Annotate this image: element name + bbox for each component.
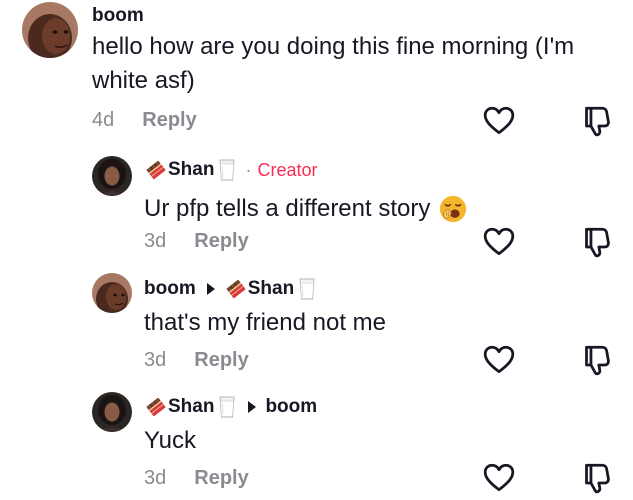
comment-meta: 3d Reply (144, 230, 249, 253)
timestamp: 4d (92, 109, 115, 131)
comment-text: hello how are you doing this fine mornin… (92, 33, 575, 94)
chocolate-bar-emoji (144, 395, 168, 419)
chocolate-bar-emoji (224, 277, 248, 301)
chocolate-bar-emoji (144, 158, 168, 182)
comment-meta: 4d Reply (92, 109, 197, 132)
reply-arrow-icon (206, 283, 215, 295)
comment-header: Shan · Creator (144, 157, 317, 183)
username[interactable]: boom (92, 5, 144, 27)
comment-text-content: Ur pfp tells a different story (144, 195, 431, 222)
thumbs-down-icon[interactable] (578, 461, 612, 495)
username[interactable]: Shan (168, 159, 214, 181)
username[interactable]: boom (144, 278, 196, 300)
comment-text: Yuck (144, 427, 197, 454)
comment-meta: 3d Reply (144, 467, 249, 490)
thumbs-down-icon[interactable] (578, 225, 612, 259)
heart-icon[interactable] (482, 461, 516, 495)
separator-dot: · (245, 159, 252, 180)
reply-button[interactable]: Reply (194, 467, 248, 490)
reply-to-username[interactable]: Shan (248, 278, 294, 300)
avatar[interactable] (92, 273, 132, 313)
reply-button[interactable]: Reply (194, 230, 248, 253)
comment-text: Ur pfp tells a different story (144, 192, 468, 226)
comment-header: Shan boom (144, 394, 317, 420)
heart-icon[interactable] (482, 104, 516, 138)
avatar[interactable] (92, 156, 132, 196)
thumbs-down-icon[interactable] (578, 104, 612, 138)
comment-header: boom Shan (144, 276, 317, 302)
heart-icon[interactable] (482, 343, 516, 377)
avatar[interactable] (92, 392, 132, 432)
thumbs-down-icon[interactable] (578, 343, 612, 377)
milk-glass-emoji (297, 277, 317, 301)
username[interactable]: Shan (168, 396, 214, 418)
reply-button[interactable]: Reply (194, 349, 248, 372)
reply-to-username[interactable]: boom (265, 396, 317, 418)
comment-text: that's my friend not me (144, 309, 387, 336)
yawning-face-emoji (438, 194, 468, 224)
milk-glass-emoji (217, 158, 237, 182)
heart-icon[interactable] (482, 225, 516, 259)
reply-button[interactable]: Reply (142, 109, 196, 132)
timestamp: 3d (144, 230, 167, 252)
timestamp: 3d (144, 467, 167, 489)
comment-header: boom (92, 4, 144, 28)
avatar[interactable] (22, 2, 78, 58)
reply-arrow-icon (248, 401, 257, 413)
milk-glass-emoji (217, 395, 237, 419)
comment-meta: 3d Reply (144, 349, 249, 372)
timestamp: 3d (144, 349, 167, 371)
creator-badge: Creator (257, 159, 318, 180)
